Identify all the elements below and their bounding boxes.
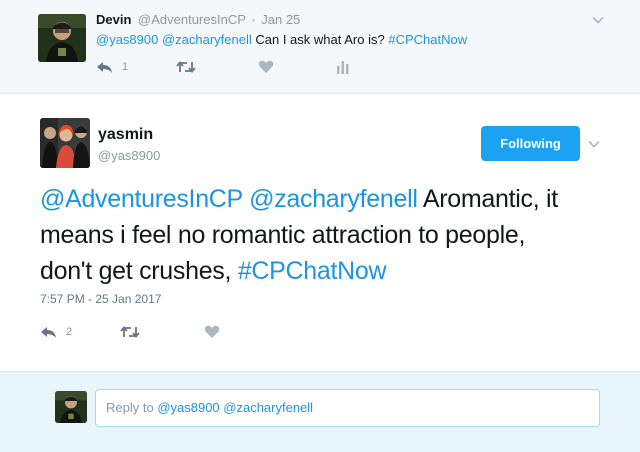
retweet-icon bbox=[120, 326, 140, 338]
parent-author-avatar[interactable] bbox=[38, 14, 86, 62]
main-reply-count: 2 bbox=[66, 326, 73, 338]
parent-tweet[interactable]: Devin @AdventuresInCP · Jan 25 @yas8900 … bbox=[0, 0, 640, 94]
following-button[interactable]: Following bbox=[481, 126, 580, 161]
like-icon bbox=[204, 325, 220, 338]
tweet-line: means i feel no romantic attraction to p… bbox=[40, 217, 600, 253]
reply-mentions: @yas8900 @zacharyfenell bbox=[157, 400, 314, 415]
like-icon bbox=[258, 60, 274, 73]
parent-body-text: Can I ask what Aro is? bbox=[251, 32, 389, 47]
parent-author-handle[interactable]: @AdventuresInCP bbox=[138, 12, 246, 27]
parent-reply-count: 1 bbox=[122, 61, 129, 73]
main-author-name[interactable]: yasmin bbox=[98, 126, 153, 144]
parent-hashtag[interactable]: #CPChatNow bbox=[388, 32, 467, 47]
parent-tweet-date[interactable]: Jan 25 bbox=[261, 12, 300, 27]
reply-input[interactable]: Reply to @yas8900 @zacharyfenell bbox=[95, 389, 600, 427]
parent-retweet-action[interactable] bbox=[176, 60, 196, 74]
parent-reply-action[interactable]: 1 bbox=[96, 60, 128, 74]
main-hashtag[interactable]: #CPChatNow bbox=[238, 257, 387, 285]
tweet-line: @AdventuresInCP @zacharyfenell Aromantic… bbox=[40, 181, 600, 217]
reply-prefix: Reply to bbox=[106, 400, 158, 415]
parent-tweet-text: @yas8900 @zacharyfenell Can I ask what A… bbox=[96, 32, 467, 47]
main-like-action[interactable] bbox=[204, 325, 220, 339]
tweet-line-text: means i feel no romantic attraction to p… bbox=[40, 221, 526, 249]
meta-separator: · bbox=[251, 12, 256, 27]
tweet-line-text: don't get crushes, bbox=[40, 257, 238, 285]
retweet-icon bbox=[176, 61, 196, 73]
parent-like-action[interactable] bbox=[258, 60, 274, 74]
main-retweet-action[interactable] bbox=[120, 325, 140, 339]
main-author-handle[interactable]: @yas8900 bbox=[98, 148, 160, 163]
reply-icon bbox=[41, 327, 56, 338]
reply-user-avatar bbox=[55, 391, 87, 423]
chevron-down-icon[interactable] bbox=[590, 12, 606, 28]
parent-author-name[interactable]: Devin bbox=[96, 12, 131, 27]
main-reply-action[interactable]: 2 bbox=[40, 325, 72, 339]
main-tweet-text: @AdventuresInCP @zacharyfenell Aromantic… bbox=[40, 181, 600, 289]
parent-mentions[interactable]: @yas8900 @zacharyfenell bbox=[96, 32, 252, 47]
chevron-down-icon[interactable] bbox=[586, 136, 602, 152]
main-author-avatar[interactable] bbox=[40, 118, 90, 168]
parent-analytics-action[interactable] bbox=[336, 60, 350, 74]
analytics-icon bbox=[337, 61, 349, 74]
tweet-line-text: Aromantic, it bbox=[417, 185, 558, 213]
main-mentions[interactable]: @AdventuresInCP @zacharyfenell bbox=[40, 185, 418, 213]
reply-icon bbox=[97, 62, 112, 73]
tweet-line: don't get crushes, #CPChatNow bbox=[40, 253, 600, 289]
main-tweet-timestamp[interactable]: 7:57 PM - 25 Jan 2017 bbox=[40, 292, 161, 306]
parent-tweet-header: Devin @AdventuresInCP · Jan 25 bbox=[96, 12, 300, 27]
